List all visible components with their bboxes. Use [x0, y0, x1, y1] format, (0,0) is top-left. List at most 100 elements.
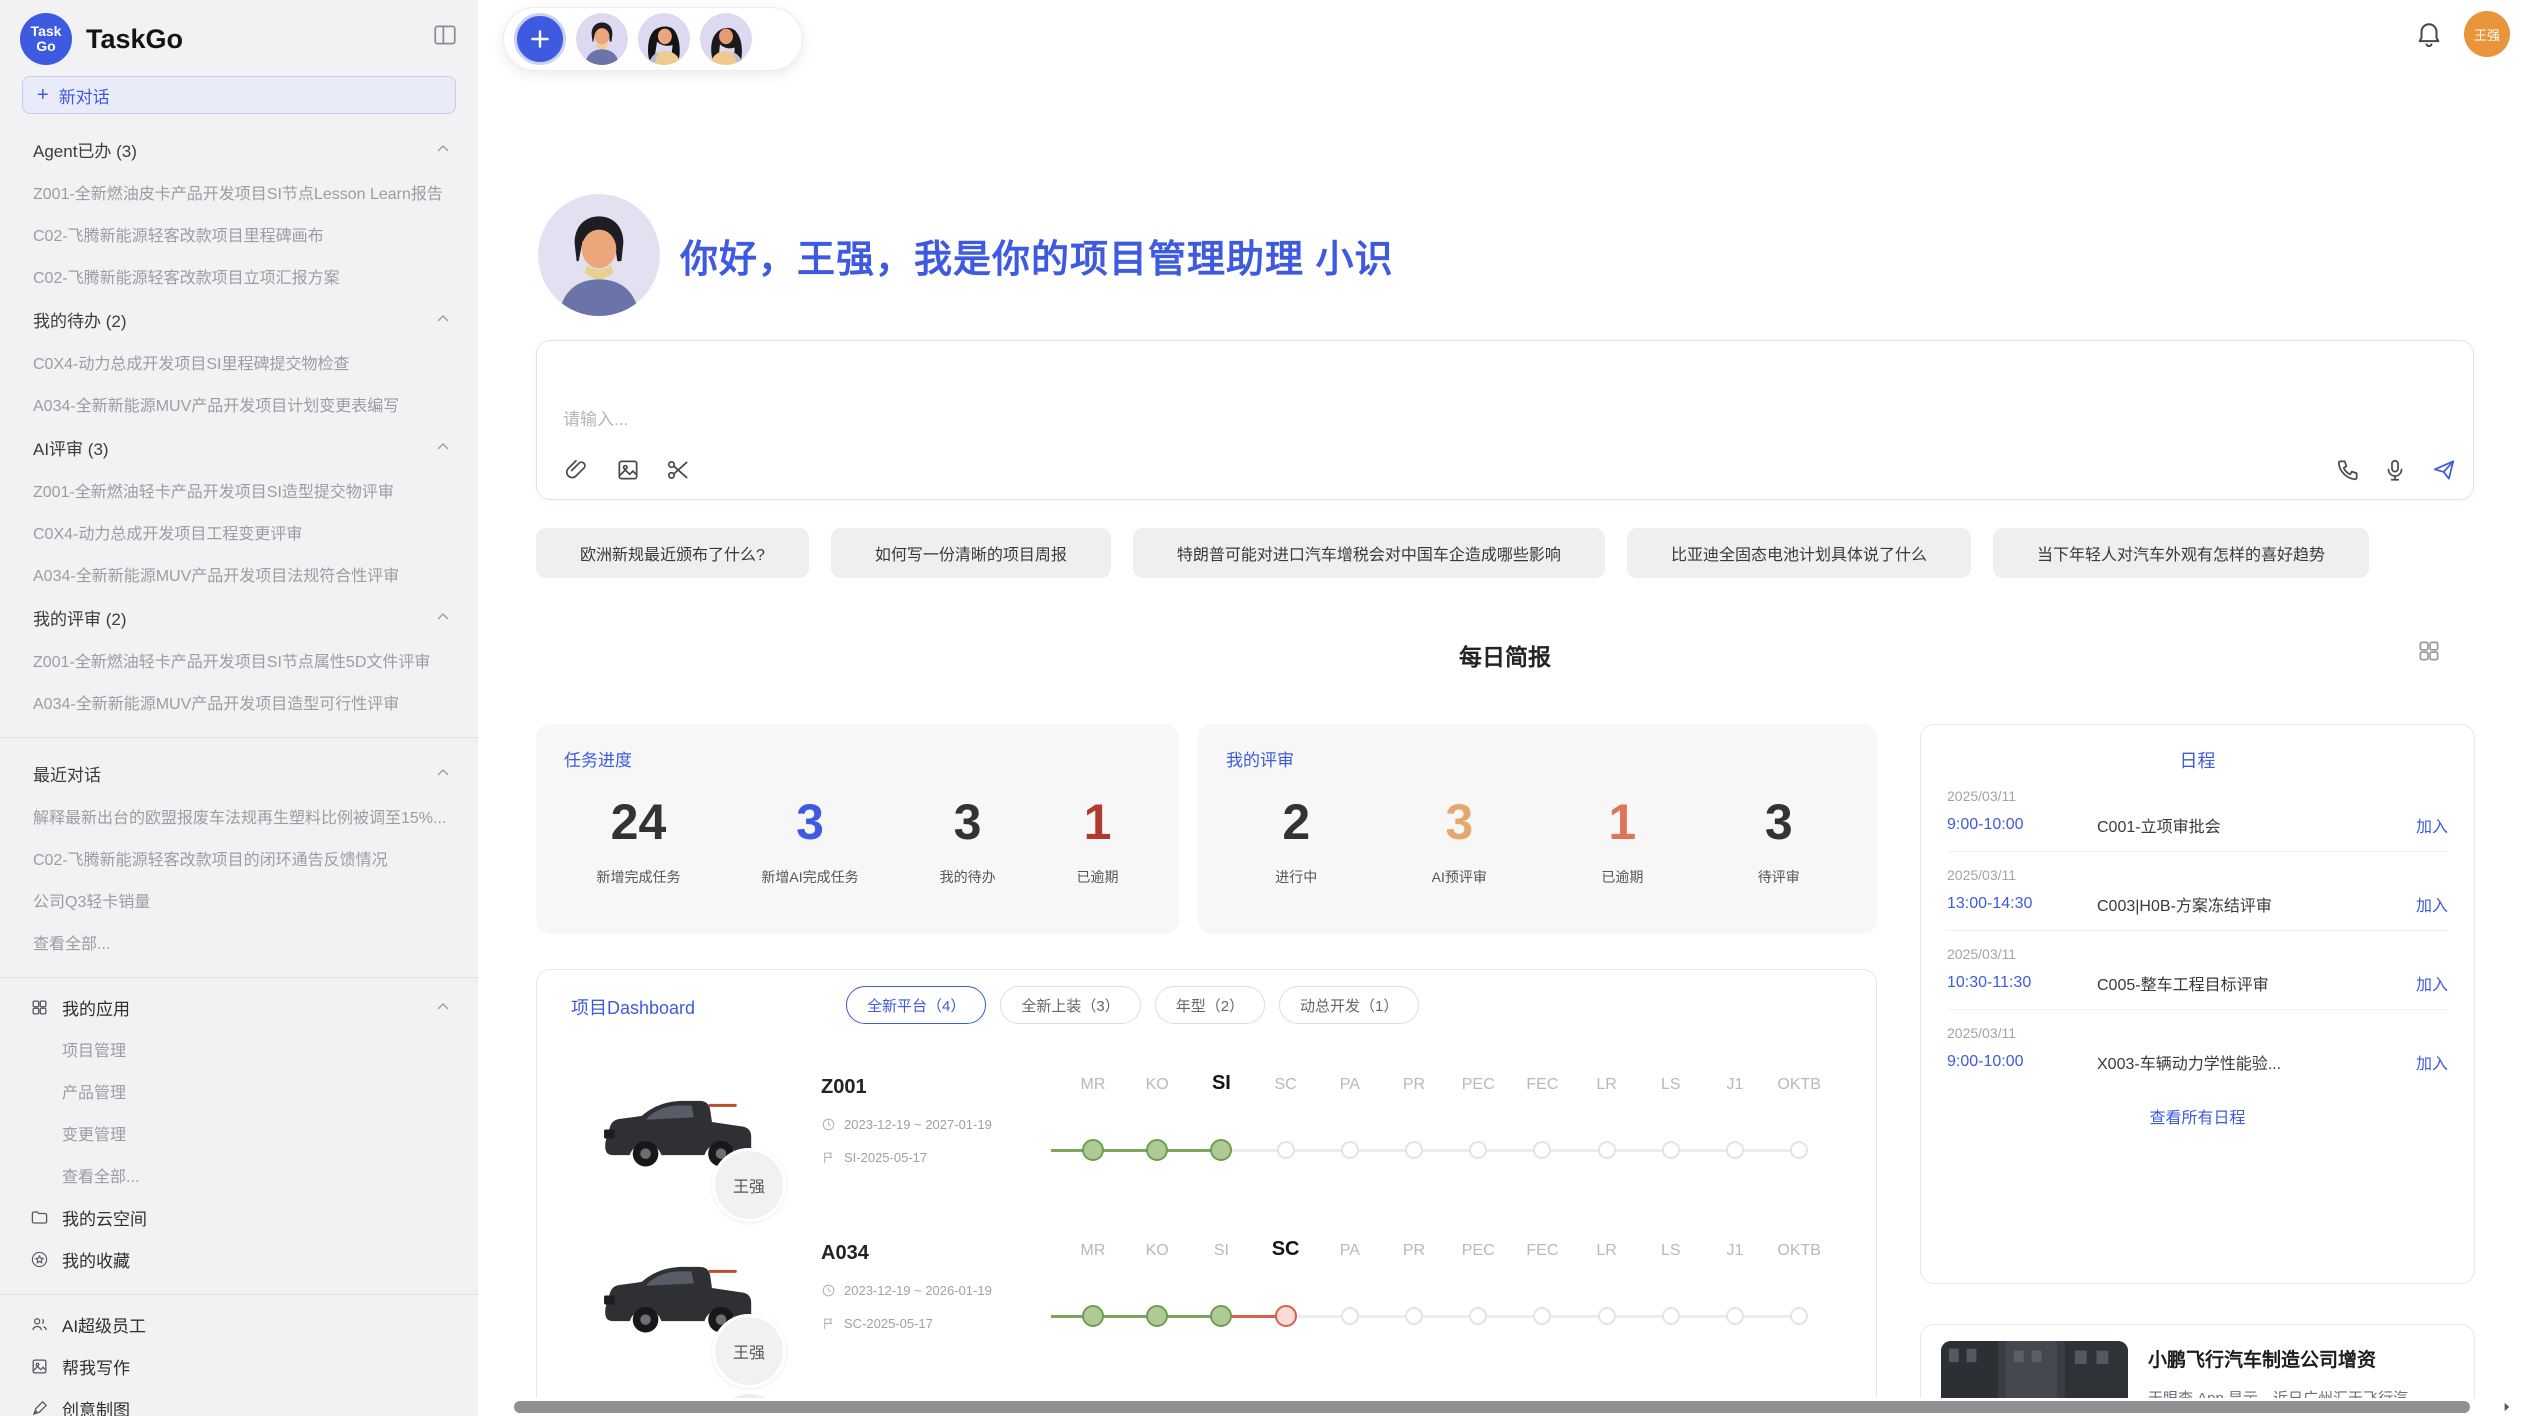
suggestion-chip[interactable]: 特朗普可能对进口汽车增税会对中国车企造成哪些影响: [1133, 528, 1605, 578]
milestone-dot: [1082, 1139, 1104, 1161]
sidebar-section-header[interactable]: Agent已办 (3): [0, 127, 478, 171]
sidebar-item[interactable]: C0X4-动力总成开发项目工程变更评审: [0, 511, 478, 553]
divider: [0, 1294, 478, 1295]
schedule-name: C005-整车工程目标评审: [2097, 971, 2406, 995]
dashboard-filter-tab[interactable]: 动总开发（1）: [1279, 986, 1419, 1024]
sidebar-section-header[interactable]: 我的评审 (2): [0, 595, 478, 639]
add-session-button[interactable]: [514, 13, 566, 65]
project-flag: SI-2025-05-17: [821, 1150, 992, 1165]
milestone-dot: [1662, 1307, 1680, 1325]
recent-chat-label: 公司Q3轻卡销量: [33, 888, 150, 912]
my-apps-header[interactable]: 我的应用: [0, 986, 478, 1028]
suggestion-chip[interactable]: 欧洲新规最近颁布了什么?: [536, 528, 809, 578]
schedule-time: 9:00-10:00: [1947, 1053, 2097, 1071]
new-chat-button[interactable]: + 新对话: [22, 76, 456, 114]
sidebar-item[interactable]: A034-全新新能源MUV产品开发项目造型可行性评审: [0, 681, 478, 723]
stat-value: 3: [954, 793, 982, 851]
view-all-apps-link[interactable]: 查看全部...: [0, 1154, 478, 1196]
project-dates: 2023-12-19 ~ 2026-01-19: [821, 1283, 992, 1298]
sidebar-item[interactable]: C02-飞腾新能源轻客改款项目里程碑画布: [0, 213, 478, 255]
milestone-dot: [1533, 1307, 1551, 1325]
sidebar-item[interactable]: Z001-全新燃油轻卡产品开发项目SI节点属性5D文件评审: [0, 639, 478, 681]
sidebar-item[interactable]: A034-全新新能源MUV产品开发项目法规符合性评审: [0, 553, 478, 595]
send-icon[interactable]: [2431, 457, 2457, 483]
layout-grid-icon[interactable]: [2416, 638, 2442, 664]
project-info: A0342023-12-19 ~ 2026-01-19SC-2025-05-17: [821, 1242, 992, 1331]
join-link[interactable]: 加入: [2416, 892, 2448, 916]
image-icon[interactable]: [615, 457, 641, 483]
user-avatar[interactable]: 王强: [2464, 11, 2510, 57]
milestone-dot: [1662, 1141, 1680, 1159]
dashboard-filter-tab[interactable]: 全新上装（3）: [1000, 986, 1140, 1024]
project-owner-badge: 王强: [712, 1314, 786, 1388]
sidebar-tool[interactable]: AI超级员工: [0, 1303, 478, 1345]
app-item[interactable]: 项目管理: [0, 1028, 478, 1070]
app-title: TaskGo: [86, 24, 183, 55]
scrollbar-right-arrow[interactable]: [2500, 1400, 2514, 1414]
suggestion-chip[interactable]: 如何写一份清晰的项目周报: [831, 528, 1111, 578]
milestone-timeline: MRKOSISCPAPRPECFECLRLSJ1OKTB: [1059, 1242, 1869, 1362]
agent-avatar-3[interactable]: [700, 13, 752, 65]
project-row[interactable]: 王强Z0012023-12-19 ~ 2027-01-19SI-2025-05-…: [537, 1062, 1877, 1220]
section-title: 我的评审 (2): [33, 605, 127, 630]
sidebar-link[interactable]: 我的收藏: [0, 1238, 478, 1280]
scissors-icon[interactable]: [665, 457, 691, 483]
view-all-schedule-link[interactable]: 查看所有日程: [1947, 1104, 2448, 1128]
recent-chat-item[interactable]: C02-飞腾新能源轻客改款项目的闭环通告反馈情况: [0, 837, 478, 879]
join-link[interactable]: 加入: [2416, 1050, 2448, 1074]
agent-avatar-2[interactable]: [638, 13, 690, 65]
chat-input[interactable]: 请输入...: [536, 340, 2474, 500]
milestone-dot: [1082, 1305, 1104, 1327]
milestone-label: LR: [1596, 1076, 1616, 1094]
suggestion-chip[interactable]: 比亚迪全固态电池计划具体说了什么: [1627, 528, 1971, 578]
sidebar-item-label: Z001-全新燃油轻卡产品开发项目SI造型提交物评审: [33, 478, 394, 502]
suggestion-chip[interactable]: 当下年轻人对汽车外观有怎样的喜好趋势: [1993, 528, 2369, 578]
schedule-date: 2025/03/11: [1947, 788, 2448, 804]
phone-icon[interactable]: [2335, 457, 2361, 483]
dashboard-filter-tab[interactable]: 年型（2）: [1155, 986, 1265, 1024]
app-item[interactable]: 产品管理: [0, 1070, 478, 1112]
stat-label: AI预评审: [1432, 867, 1487, 887]
recent-chat-item[interactable]: 解释最新出台的欧盟报废车法规再生塑料比例被调至15%...: [0, 795, 478, 837]
schedule-date: 2025/03/11: [1947, 867, 2448, 883]
agent-avatar-1[interactable]: [576, 13, 628, 65]
sidebar-item[interactable]: Z001-全新燃油轻卡产品开发项目SI造型提交物评审: [0, 469, 478, 511]
join-link[interactable]: 加入: [2416, 971, 2448, 995]
sidebar-section-header[interactable]: AI评审 (3): [0, 425, 478, 469]
milestone-dot: [1790, 1141, 1808, 1159]
recent-chat-item[interactable]: 公司Q3轻卡销量: [0, 879, 478, 921]
sidebar-tool[interactable]: 帮我写作: [0, 1345, 478, 1387]
schedule-name: X003-车辆动力学性能验...: [2097, 1050, 2406, 1074]
attachment-icon[interactable]: [563, 457, 589, 483]
section-title: AI评审 (3): [33, 435, 109, 460]
sidebar-tool[interactable]: 创意制图: [0, 1387, 478, 1416]
scrollbar-thumb[interactable]: [514, 1401, 2470, 1413]
sidebar-header: Task Go TaskGo: [0, 0, 478, 64]
microphone-icon[interactable]: [2382, 457, 2408, 483]
join-link[interactable]: 加入: [2416, 813, 2448, 837]
milestone-dot: [1469, 1141, 1487, 1159]
view-all-chats-link[interactable]: 查看全部...: [0, 921, 478, 963]
schedule-card: 日程 2025/03/119:00-10:00C001-立项审批会加入2025/…: [1920, 724, 2475, 1284]
dashboard-filter-tab[interactable]: 全新平台（4）: [846, 986, 986, 1024]
sidebar-link[interactable]: 我的云空间: [0, 1196, 478, 1238]
sidebar-item[interactable]: A034-全新新能源MUV产品开发项目计划变更表编写: [0, 383, 478, 425]
recent-chats-header[interactable]: 最近对话: [0, 751, 478, 795]
sidebar-item[interactable]: C0X4-动力总成开发项目SI里程碑提交物检查: [0, 341, 478, 383]
sidebar-section-header[interactable]: 我的待办 (2): [0, 297, 478, 341]
notification-bell-icon[interactable]: [2414, 18, 2444, 48]
schedule-date: 2025/03/11: [1947, 1025, 2448, 1041]
chevron-up-icon: [434, 310, 452, 328]
stat-label: 已逾期: [1601, 867, 1643, 887]
stat-block: 3待评审: [1758, 793, 1800, 887]
project-row[interactable]: 王强 A0342023-12-19 ~ 2026-01-19SC-2025-05-…: [537, 1228, 1877, 1386]
milestone-dot: [1726, 1307, 1744, 1325]
date-range: 2023-12-19 ~ 2026-01-19: [844, 1283, 992, 1298]
collapse-sidebar-icon[interactable]: [432, 22, 458, 48]
app-item[interactable]: 变更管理: [0, 1112, 478, 1154]
milestone-label: J1: [1727, 1076, 1744, 1094]
sidebar-item[interactable]: Z001-全新燃油皮卡产品开发项目SI节点Lesson Learn报告: [0, 171, 478, 213]
milestone-dot: [1277, 1141, 1295, 1159]
flag-icon: [821, 1316, 836, 1331]
sidebar-item[interactable]: C02-飞腾新能源轻客改款项目立项汇报方案: [0, 255, 478, 297]
